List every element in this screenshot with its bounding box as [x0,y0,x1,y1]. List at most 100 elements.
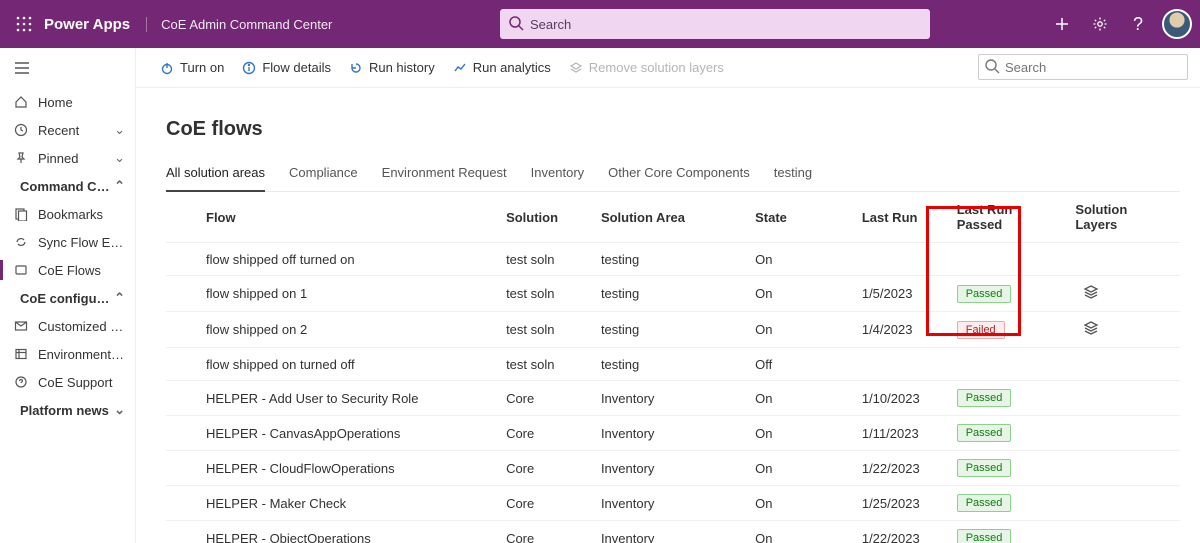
tab-all-solution-areas[interactable]: All solution areas [166,165,265,192]
command-bar: Turn on Flow details Run history Run ana… [136,48,1200,88]
cell-flow: HELPER - CloudFlowOperations [166,451,498,486]
settings-icon[interactable] [1086,10,1114,38]
table-row[interactable]: HELPER - CloudFlowOperationsCoreInventor… [166,451,1180,486]
nav-toggle-icon[interactable] [14,61,30,75]
tab-compliance[interactable]: Compliance [289,165,358,191]
table-row[interactable]: HELPER - CanvasAppOperationsCoreInventor… [166,416,1180,451]
sync-error-icon [14,235,32,249]
cell-state: On [747,381,854,416]
tab-other-core-components[interactable]: Other Core Components [608,165,750,191]
cell-area: testing [593,276,747,312]
nav-group-coe-config[interactable]: CoE configuration ⌃ [0,284,135,312]
cell-solution: Core [498,486,593,521]
power-icon [160,61,174,75]
cmd-flow-details[interactable]: Flow details [242,60,331,75]
cell-last-passed [949,243,1068,276]
app-title[interactable]: Power Apps [44,16,130,33]
cell-layers [1067,243,1180,276]
user-avatar[interactable] [1162,9,1192,39]
cell-solution: test soln [498,312,593,348]
chevron-up-icon: ⌃ [114,178,125,194]
cell-state: On [747,486,854,521]
cell-solution: Core [498,416,593,451]
nav-bookmarks[interactable]: Bookmarks [0,200,135,228]
cell-state: On [747,416,854,451]
table-row[interactable]: HELPER - Add User to Security RoleCoreIn… [166,381,1180,416]
page-search-input[interactable] [978,54,1188,80]
solution-layers-icon[interactable] [1083,320,1099,336]
table-row[interactable]: HELPER - Maker CheckCoreInventoryOn1/25/… [166,486,1180,521]
cell-last-passed: Passed [949,521,1068,543]
bookmarks-icon [14,207,32,221]
nav-env-vars[interactable]: Environment Variables [0,340,135,368]
status-badge: Failed [957,321,1005,339]
col-state[interactable]: State [747,192,854,243]
nav-home[interactable]: Home [0,88,135,116]
status-badge: Passed [957,459,1012,477]
table-row[interactable]: flow shipped on turned offtest solntesti… [166,348,1180,381]
nav-emails[interactable]: Customized Emails [0,312,135,340]
cell-flow: flow shipped on 2 [166,312,498,348]
cell-area: Inventory [593,381,747,416]
tab-inventory[interactable]: Inventory [531,165,584,191]
cell-last-run: 1/11/2023 [854,416,949,451]
table-row[interactable]: flow shipped on 1test solntestingOn1/5/2… [166,276,1180,312]
cell-last-passed: Passed [949,486,1068,521]
add-button[interactable] [1048,10,1076,38]
app-launcher-icon[interactable] [8,8,40,40]
flows-icon [14,263,32,277]
col-flow[interactable]: Flow [166,192,498,243]
cmd-turn-on[interactable]: Turn on [160,60,224,75]
global-search-input[interactable] [500,9,930,39]
help-icon[interactable]: ? [1124,10,1152,38]
col-last-run[interactable]: Last Run [854,192,949,243]
table-row[interactable]: HELPER - ObjectOperationsCoreInventoryOn… [166,521,1180,543]
nav-coe-flows[interactable]: CoE Flows [0,256,135,284]
nav-group-platform-news[interactable]: Platform news ⌄ [0,396,135,424]
status-badge: Passed [957,494,1012,512]
cell-area: testing [593,243,747,276]
cell-state: On [747,276,854,312]
search-icon [508,15,524,31]
nav-sync-errors[interactable]: Sync Flow Errors [0,228,135,256]
left-nav: Home Recent ⌄ Pinned ⌄ Command Center ⌃ … [0,48,136,543]
table-row[interactable]: flow shipped off turned ontest solntesti… [166,243,1180,276]
chevron-up-icon: ⌃ [114,290,125,306]
cell-last-passed [949,348,1068,381]
tab-testing[interactable]: testing [774,165,812,191]
cmd-run-history[interactable]: Run history [349,60,435,75]
cell-last-run [854,243,949,276]
col-solution-layers[interactable]: Solution Layers [1067,192,1180,243]
solution-layers-icon[interactable] [1083,284,1099,300]
cell-last-run: 1/10/2023 [854,381,949,416]
cell-area: testing [593,348,747,381]
col-last-run-passed[interactable]: Last Run Passed [949,192,1068,243]
cell-area: testing [593,312,747,348]
cell-solution: test soln [498,243,593,276]
nav-support[interactable]: CoE Support [0,368,135,396]
app-subtitle: CoE Admin Command Center [146,17,332,32]
main-content: CoE flows All solution areas Compliance … [136,88,1200,543]
nav-group-command-center[interactable]: Command Center ⌃ [0,172,135,200]
cell-flow: HELPER - Maker Check [166,486,498,521]
nav-recent[interactable]: Recent ⌄ [0,116,135,144]
analytics-icon [453,61,467,75]
home-icon [14,95,32,109]
table-icon [14,347,32,361]
cell-state: On [747,521,854,543]
cell-layers [1067,276,1180,312]
chevron-down-icon: ⌄ [114,150,125,166]
cell-state: On [747,243,854,276]
tab-environment-request[interactable]: Environment Request [382,165,507,191]
col-solution-area[interactable]: Solution Area [593,192,747,243]
cell-last-run: 1/4/2023 [854,312,949,348]
col-solution[interactable]: Solution [498,192,593,243]
nav-pinned[interactable]: Pinned ⌄ [0,144,135,172]
cell-solution: test soln [498,276,593,312]
cell-last-run: 1/25/2023 [854,486,949,521]
table-row[interactable]: flow shipped on 2test solntestingOn1/4/2… [166,312,1180,348]
cmd-remove-layers: Remove solution layers [569,60,724,75]
cmd-run-analytics[interactable]: Run analytics [453,60,551,75]
chevron-down-icon: ⌄ [114,122,125,138]
pin-icon [14,151,32,165]
